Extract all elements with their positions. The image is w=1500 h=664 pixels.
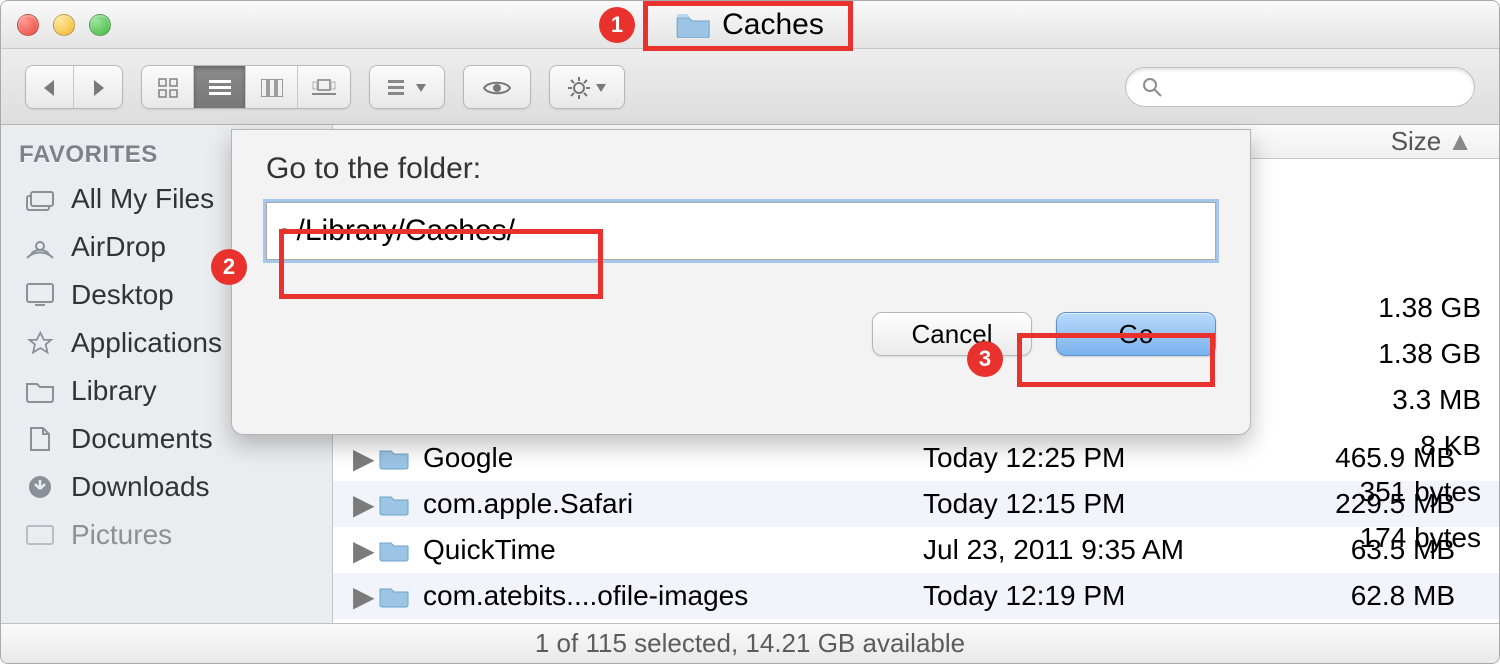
pictures-icon [23, 520, 57, 550]
arrange-button[interactable] [370, 66, 444, 109]
search-input[interactable] [1172, 75, 1458, 98]
file-date: Jul 23, 2011 9:35 AM [923, 534, 1303, 566]
column-header-size[interactable]: Size [1391, 126, 1442, 157]
minimize-window-button[interactable] [53, 14, 75, 36]
sidebar-item-label: All My Files [71, 183, 214, 215]
sidebar-item-pictures[interactable]: Pictures [1, 511, 332, 559]
disclosure-triangle-icon[interactable]: ▶ [353, 580, 369, 613]
annotation-badge-2: 2 [211, 249, 247, 285]
folder-icon [676, 12, 710, 38]
folder-icon [23, 376, 57, 406]
file-size: 62.8 MB [1303, 580, 1479, 612]
sidebar-item-label: Downloads [71, 471, 210, 503]
quicklook-button-group [463, 65, 531, 109]
go-to-folder-dialog: Go to the folder: Cancel Go [231, 129, 1251, 435]
sidebar-item-downloads[interactable]: Downloads [1, 463, 332, 511]
sidebar-item-label: AirDrop [71, 231, 166, 263]
close-window-button[interactable] [17, 14, 39, 36]
size-value: 1.38 GB [1378, 331, 1481, 377]
file-date: Today 12:19 PM [923, 580, 1303, 612]
folder-icon [379, 538, 409, 562]
sidebar-item-label: Applications [71, 327, 222, 359]
all-my-files-icon [23, 184, 57, 214]
sidebar-item-label: Pictures [71, 519, 172, 551]
action-menu[interactable] [549, 65, 625, 109]
window-title: Caches [676, 8, 824, 42]
quicklook-button[interactable] [464, 66, 530, 109]
arrange-dropdown[interactable] [369, 65, 445, 109]
annotation-badge-3: 3 [967, 341, 1003, 377]
view-mode-buttons [141, 65, 351, 109]
file-name: com.atebits....ofile-images [423, 580, 923, 612]
file-name: Google [423, 442, 923, 474]
documents-icon [23, 424, 57, 454]
folder-path-input[interactable] [266, 202, 1216, 260]
disclosure-triangle-icon[interactable]: ▶ [353, 534, 369, 567]
column-view-button[interactable] [246, 66, 298, 109]
applications-icon [23, 328, 57, 358]
action-button[interactable] [550, 66, 624, 109]
size-value: 1.38 GB [1378, 285, 1481, 331]
window-controls [17, 14, 111, 36]
dialog-label: Go to the folder: [266, 152, 1216, 186]
sidebar-item-label: Documents [71, 423, 213, 455]
table-row[interactable]: ▶ com.atebits....ofile-images Today 12:1… [333, 573, 1499, 619]
folder-icon [379, 584, 409, 608]
size-value: 3.3 MB [1392, 377, 1481, 423]
downloads-icon [23, 472, 57, 502]
titlebar: Caches [1, 1, 1499, 49]
sort-indicator-icon: ▲ [1447, 126, 1473, 157]
go-button[interactable]: Go [1056, 312, 1216, 356]
search-icon [1142, 77, 1162, 97]
disclosure-triangle-icon[interactable]: ▶ [353, 442, 369, 475]
cancel-button[interactable]: Cancel [872, 312, 1032, 356]
zoom-window-button[interactable] [89, 14, 111, 36]
list-view-button[interactable] [194, 66, 246, 109]
folder-icon [379, 492, 409, 516]
disclosure-triangle-icon[interactable]: ▶ [353, 488, 369, 521]
window-title-text: Caches [722, 8, 824, 42]
forward-button[interactable] [74, 66, 122, 109]
back-button[interactable] [26, 66, 74, 109]
sidebar-item-label: Library [71, 375, 157, 407]
annotation-badge-1: 1 [599, 7, 635, 43]
status-text: 1 of 115 selected, 14.21 GB available [535, 628, 965, 659]
statusbar: 1 of 115 selected, 14.21 GB available [1, 623, 1499, 663]
folder-icon [379, 446, 409, 470]
airdrop-icon [23, 232, 57, 262]
sidebar-item-label: Desktop [71, 279, 174, 311]
file-date: Today 12:25 PM [923, 442, 1303, 474]
size-value: 351 bytes [1360, 469, 1481, 515]
file-name: com.apple.Safari [423, 488, 923, 520]
file-date: Today 12:15 PM [923, 488, 1303, 520]
nav-buttons [25, 65, 123, 109]
size-value: 174 bytes [1360, 515, 1481, 561]
finder-window: Caches [0, 0, 1500, 664]
desktop-icon [23, 280, 57, 310]
toolbar [1, 49, 1499, 125]
icon-view-button[interactable] [142, 66, 194, 109]
search-field[interactable] [1125, 67, 1475, 107]
coverflow-view-button[interactable] [298, 66, 350, 109]
size-column-upper: 1.38 GB 1.38 GB 3.3 MB 8 KB 351 bytes 17… [1271, 285, 1481, 561]
file-name: QuickTime [423, 534, 923, 566]
size-value: 8 KB [1420, 423, 1481, 469]
